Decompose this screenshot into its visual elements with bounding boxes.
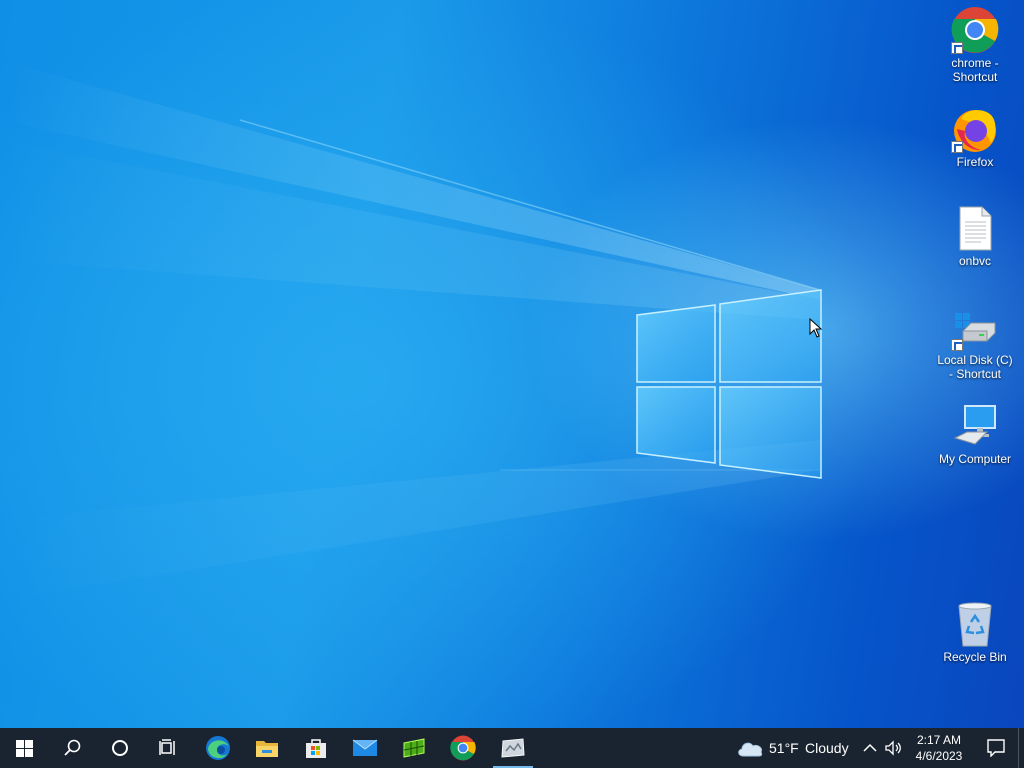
start-button[interactable] <box>0 728 48 768</box>
cloud-icon <box>738 742 763 757</box>
task-view-button[interactable] <box>144 728 192 768</box>
mail-button[interactable] <box>341 728 389 768</box>
windows-logo-icon <box>15 739 33 757</box>
file-explorer-button[interactable] <box>243 728 291 768</box>
app-button[interactable] <box>390 728 438 768</box>
action-center-button[interactable] <box>976 728 1016 768</box>
clock[interactable]: 2:17 AM 4/6/2023 <box>906 732 972 764</box>
search-button[interactable] <box>48 728 96 768</box>
desktop[interactable]: chrome - Shortcut Firefox onbvc Local Di… <box>0 0 1024 728</box>
desktop-icon-label: Firefox <box>956 155 994 169</box>
desktop-icon-firefox[interactable]: Firefox <box>935 105 1015 169</box>
store-button[interactable] <box>292 728 340 768</box>
desktop-icon-label: My Computer <box>938 452 1012 466</box>
recycle-bin-icon <box>958 602 992 647</box>
chrome-icon <box>450 735 476 761</box>
clock-date: 4/6/2023 <box>915 749 963 763</box>
running-app-button[interactable] <box>489 728 537 768</box>
clock-time: 2:17 AM <box>916 733 962 747</box>
show-hidden-icons-button[interactable] <box>860 728 880 768</box>
chevron-up-icon <box>863 743 877 752</box>
desktop-icon-onbvc[interactable]: onbvc <box>935 204 1015 268</box>
edge-icon <box>206 736 230 760</box>
mail-icon <box>352 739 378 756</box>
weather-condition: Cloudy <box>805 740 849 756</box>
search-icon <box>64 739 81 756</box>
green-app-icon <box>403 738 425 758</box>
taskbar: 51°F Cloudy 2:17 AM 4/6/2023 <box>0 728 1024 768</box>
edge-button[interactable] <box>194 728 242 768</box>
shortcut-arrow-icon <box>951 42 963 54</box>
speaker-icon <box>885 740 901 756</box>
shortcut-arrow-icon <box>951 141 963 153</box>
desktop-icon-label: Local Disk (C) - Shortcut <box>937 353 1013 381</box>
weather-widget[interactable]: 51°F Cloudy <box>730 728 855 768</box>
text-file-icon <box>959 206 992 251</box>
desktop-icon-label: Recycle Bin <box>943 650 1007 664</box>
app-window-icon <box>501 738 525 758</box>
show-desktop-button[interactable] <box>1018 728 1024 768</box>
desktop-icon-my-computer[interactable]: My Computer <box>935 402 1015 466</box>
cortana-icon <box>112 740 128 756</box>
wallpaper-beams <box>0 60 821 600</box>
task-view-icon <box>159 739 175 755</box>
mouse-cursor-icon <box>809 318 823 338</box>
desktop-icon-label: onbvc <box>958 254 992 268</box>
desktop-icon-label: chrome - Shortcut <box>951 56 999 84</box>
notification-icon <box>987 739 1005 757</box>
computer-icon <box>953 405 996 445</box>
chrome-button[interactable] <box>439 728 487 768</box>
store-icon <box>306 739 326 758</box>
cortana-button[interactable] <box>96 728 144 768</box>
desktop-icon-recycle-bin[interactable]: Recycle Bin <box>935 600 1015 664</box>
desktop-icon-chrome-shortcut[interactable]: chrome - Shortcut <box>935 6 1015 84</box>
folder-icon <box>256 741 278 757</box>
shortcut-arrow-icon <box>951 339 963 351</box>
volume-button[interactable] <box>882 728 906 768</box>
windows-wallpaper-logo <box>636 289 822 479</box>
desktop-icon-local-disk-shortcut[interactable]: Local Disk (C) - Shortcut <box>935 303 1015 381</box>
weather-temperature: 51°F <box>769 740 799 756</box>
